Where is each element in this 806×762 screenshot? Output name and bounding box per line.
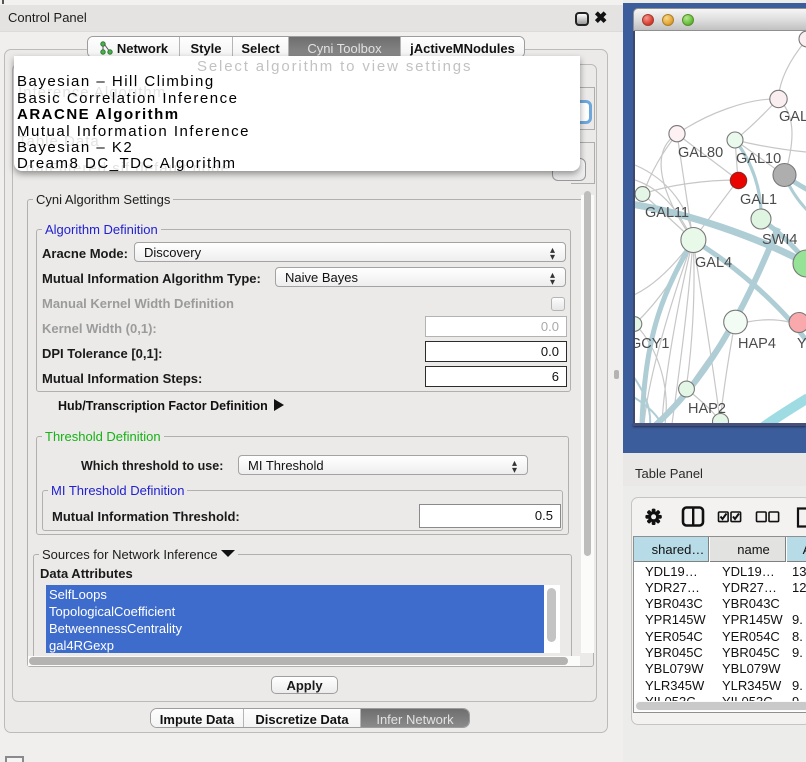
- svg-text:GAL80: GAL80: [678, 145, 723, 161]
- svg-text:GAL1: GAL1: [740, 192, 777, 208]
- svg-text:GAL10: GAL10: [736, 151, 781, 167]
- svg-text:HAP2: HAP2: [688, 401, 726, 417]
- svg-text:GAL7: GAL7: [779, 109, 806, 125]
- svg-text:GAL4: GAL4: [695, 255, 732, 271]
- svg-text:SWI4: SWI4: [762, 232, 797, 248]
- svg-text:HAP4: HAP4: [738, 336, 776, 352]
- svg-text:GAL11: GAL11: [645, 205, 689, 221]
- svg-text:GCY1: GCY1: [635, 336, 670, 352]
- svg-text:YD: YD: [797, 336, 806, 352]
